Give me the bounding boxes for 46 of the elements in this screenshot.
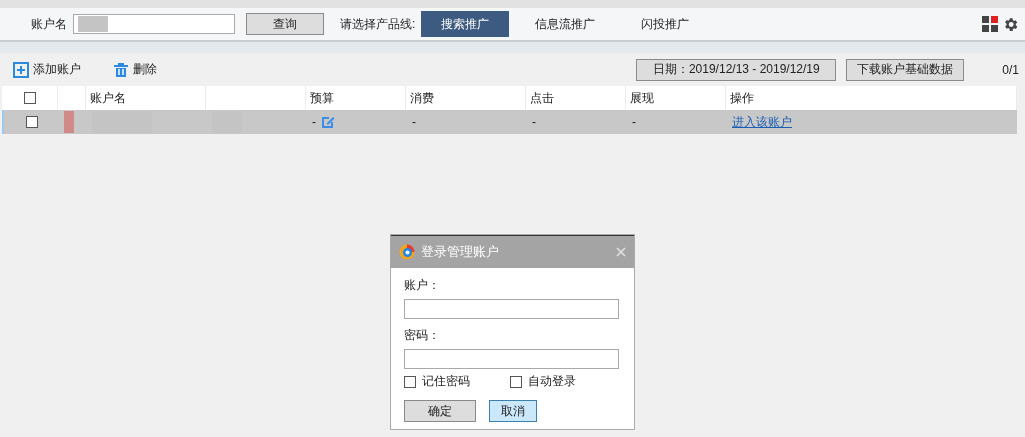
field-label: 账户： bbox=[404, 277, 441, 294]
field-label: 密码： bbox=[404, 327, 441, 344]
table-cell: - bbox=[312, 115, 316, 129]
input-field[interactable] bbox=[404, 299, 619, 319]
page-counter: 0/1 bbox=[1002, 62, 1019, 77]
table-cell: - bbox=[412, 115, 416, 129]
account-name-field[interactable] bbox=[73, 14, 235, 34]
table-cell: - bbox=[632, 115, 636, 129]
enter-account-link[interactable]: 进入该账户 bbox=[732, 113, 792, 131]
grid-icon[interactable] bbox=[982, 16, 998, 32]
redaction-mark bbox=[64, 111, 74, 133]
column-header: 消费 bbox=[410, 89, 434, 107]
dialog-title: 登录管理账户 bbox=[421, 243, 499, 261]
account-name-label: 账户名 bbox=[31, 15, 67, 33]
dialog-button[interactable]: 取消 bbox=[489, 400, 537, 422]
product-tab[interactable]: 搜索推广 bbox=[421, 11, 510, 37]
column-header: 操作 bbox=[730, 89, 754, 107]
column-header: 账户名 bbox=[90, 89, 126, 107]
checkbox[interactable] bbox=[23, 92, 36, 104]
column-header: 预算 bbox=[310, 89, 334, 107]
redaction-mark bbox=[92, 111, 152, 133]
checkbox[interactable] bbox=[26, 116, 38, 128]
add-account-button[interactable]: 添加账户 bbox=[13, 61, 81, 78]
column-header: 展现 bbox=[630, 89, 654, 107]
logo-icon bbox=[399, 244, 415, 260]
dialog-button[interactable]: 确定 bbox=[404, 400, 476, 422]
plus-icon bbox=[13, 61, 29, 78]
table-row[interactable]: - - - - 进入该账户 bbox=[2, 110, 1017, 134]
download-button[interactable]: 下载账户基础数据 bbox=[846, 58, 965, 81]
delete-button[interactable]: 删除 bbox=[113, 61, 157, 78]
product-line-label: 请选择产品线: bbox=[340, 15, 416, 33]
product-tab[interactable]: 闪投推广 bbox=[621, 11, 710, 37]
product-tab[interactable]: 信息流推广 bbox=[515, 11, 616, 37]
date-range-button[interactable]: 日期：2019/12/13 - 2019/12/19 bbox=[636, 58, 837, 81]
checkbox[interactable] bbox=[510, 375, 522, 388]
table-cell: - bbox=[532, 115, 536, 129]
redaction-mark bbox=[78, 16, 108, 32]
redaction-mark bbox=[212, 111, 242, 133]
search-button[interactable]: 查询 bbox=[246, 13, 324, 35]
checkbox[interactable] bbox=[404, 375, 416, 388]
checkbox-label: 记住密码 bbox=[422, 373, 470, 390]
input-field[interactable] bbox=[404, 349, 619, 369]
settings-icon[interactable] bbox=[1002, 15, 1019, 33]
column-header: 点击 bbox=[530, 89, 554, 107]
trash-icon bbox=[113, 61, 129, 78]
checkbox-label: 自动登录 bbox=[528, 373, 576, 390]
